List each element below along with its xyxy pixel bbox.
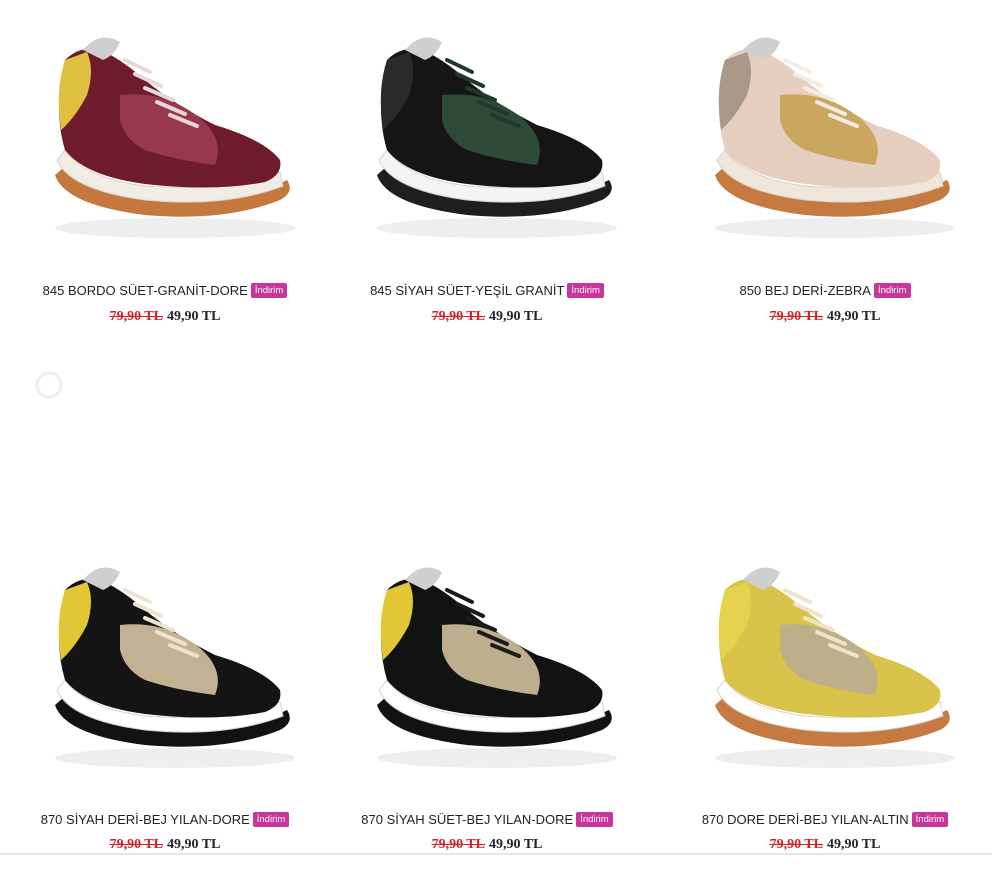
- product-title: 850 BEJ DERİ-ZEBRA İndirim: [660, 282, 990, 299]
- product-price: 79,90 TL 49,90 TL: [0, 837, 330, 853]
- product-name[interactable]: 870 SİYAH SÜET-BEJ YILAN-DORE: [361, 812, 573, 827]
- product-card[interactable]: 845 BORDO SÜET-GRANİT-DORE İndirim 79,90 …: [0, 0, 330, 340]
- product-price: 79,90 TL 49,90 TL: [322, 309, 652, 325]
- product-image[interactable]: [25, 0, 305, 270]
- product-card[interactable]: 870 DORE DERİ-BEJ YILAN-ALTIN İndirim 79,…: [660, 530, 990, 870]
- new-price: 49,90 TL: [489, 309, 543, 324]
- product-image[interactable]: [685, 0, 965, 270]
- product-card[interactable]: 845 SİYAH SÜET-YEŞİL GRANİT İndirim 79,90…: [322, 0, 652, 340]
- product-title: 870 SİYAH DERİ-BEJ YILAN-DORE İndirim: [0, 811, 330, 828]
- old-price: 79,90 TL: [769, 837, 823, 852]
- product-card[interactable]: 850 BEJ DERİ-ZEBRA İndirim 79,90 TL 49,90 …: [660, 0, 990, 340]
- old-price: 79,90 TL: [431, 837, 485, 852]
- discount-badge: İndirim: [252, 812, 290, 828]
- product-image[interactable]: [347, 530, 627, 800]
- new-price: 49,90 TL: [827, 837, 881, 852]
- product-title: 845 BORDO SÜET-GRANİT-DORE İndirim: [0, 282, 330, 299]
- old-price: 79,90 TL: [769, 309, 823, 324]
- product-title: 870 DORE DERİ-BEJ YILAN-ALTIN İndirim: [660, 811, 990, 828]
- product-price: 79,90 TL 49,90 TL: [322, 837, 652, 853]
- discount-badge: İndirim: [567, 283, 604, 299]
- product-name[interactable]: 850 BEJ DERİ-ZEBRA: [739, 283, 871, 298]
- product-price: 79,90 TL 49,90 TL: [660, 837, 990, 853]
- new-price: 49,90 TL: [167, 837, 221, 852]
- loading-placeholder: [34, 370, 64, 400]
- product-name[interactable]: 870 SİYAH DERİ-BEJ YILAN-DORE: [41, 812, 250, 827]
- product-title: 870 SİYAH SÜET-BEJ YILAN-DORE İndirim: [322, 811, 652, 828]
- product-image[interactable]: [25, 530, 305, 800]
- product-name[interactable]: 845 BORDO SÜET-GRANİT-DORE: [43, 283, 248, 298]
- new-price: 49,90 TL: [827, 309, 881, 324]
- product-price: 79,90 TL 49,90 TL: [0, 309, 330, 325]
- new-price: 49,90 TL: [489, 837, 543, 852]
- discount-badge: İndirim: [576, 812, 613, 828]
- old-price: 79,90 TL: [109, 837, 163, 852]
- product-image[interactable]: [347, 0, 627, 270]
- product-name[interactable]: 870 DORE DERİ-BEJ YILAN-ALTIN: [702, 812, 909, 827]
- product-image[interactable]: [685, 530, 965, 800]
- discount-badge: İndirim: [873, 283, 911, 299]
- product-price: 79,90 TL 49,90 TL: [660, 309, 990, 325]
- discount-badge: İndirim: [250, 283, 288, 299]
- discount-badge: İndirim: [911, 812, 949, 828]
- new-price: 49,90 TL: [167, 309, 221, 324]
- product-card[interactable]: 870 SİYAH DERİ-BEJ YILAN-DORE İndirim 79,…: [0, 530, 330, 870]
- product-name[interactable]: 845 SİYAH SÜET-YEŞİL GRANİT: [370, 283, 564, 298]
- product-card[interactable]: 870 SİYAH SÜET-BEJ YILAN-DORE İndirim 79,…: [322, 530, 652, 870]
- old-price: 79,90 TL: [431, 309, 485, 324]
- old-price: 79,90 TL: [109, 309, 163, 324]
- product-title: 845 SİYAH SÜET-YEŞİL GRANİT İndirim: [322, 282, 652, 299]
